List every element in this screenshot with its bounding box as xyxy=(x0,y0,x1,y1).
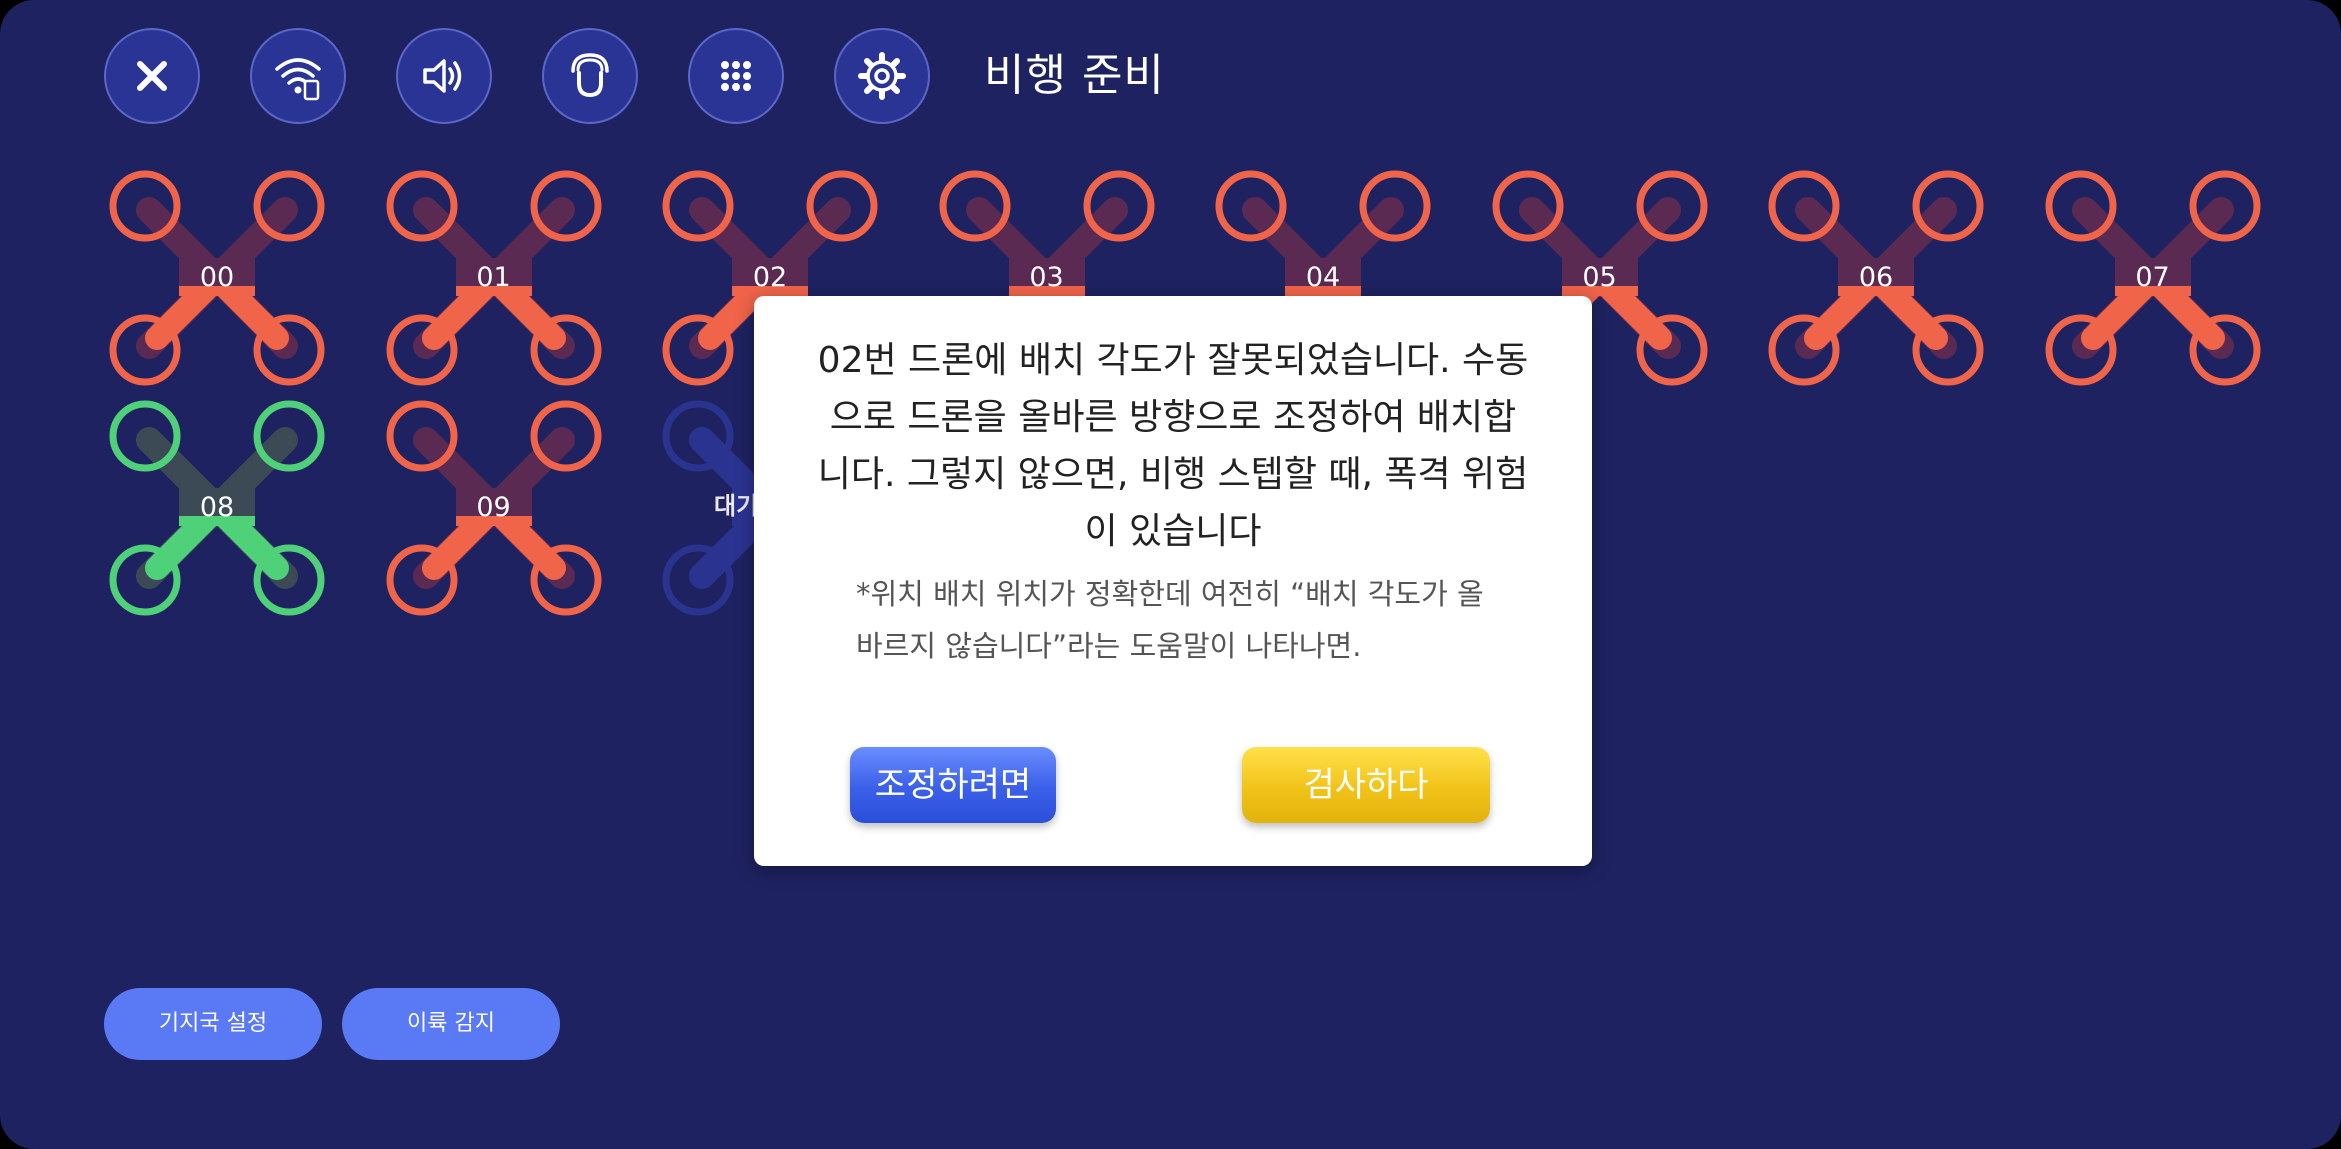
app-screen: 비행 준비 00 01 02 03 04 05 06 07 08 09 대기 기지국 설정 이륙 … xyxy=(0,0,2341,1149)
drone-number: 03 xyxy=(1029,262,1064,293)
speaker-icon xyxy=(423,59,462,93)
drone-number: 09 xyxy=(476,492,511,523)
waiting-label: 대기 xyxy=(714,492,759,520)
wifi-button[interactable] xyxy=(250,28,346,124)
drone-number: 00 xyxy=(199,262,235,293)
drone-09[interactable]: 09 xyxy=(384,398,604,618)
drone-07[interactable]: 07 xyxy=(2043,168,2263,388)
drone-number: 01 xyxy=(476,262,511,293)
grid-icon xyxy=(721,61,751,91)
drone-number: 02 xyxy=(752,262,788,293)
drone-00[interactable]: 00 xyxy=(107,168,327,388)
dialog-note: *위치 배치 위치가 정확한데 여전히 “배치 각도가 올바르지 않습니다”라는… xyxy=(856,577,1484,663)
page-title: 비행 준비 xyxy=(984,50,1165,101)
check-button[interactable]: 검사하다 xyxy=(1242,747,1490,823)
drone-number: 08 xyxy=(199,492,235,523)
drone-06[interactable]: 06 xyxy=(1766,168,1986,388)
angle-warning-dialog: 02번 드론에 배치 각도가 잘못되었습니다. 수동으로 드론을 올바른 방향으… xyxy=(754,296,1592,866)
close-button[interactable] xyxy=(104,28,200,124)
drone-number: 04 xyxy=(1305,262,1341,293)
grid-button[interactable] xyxy=(688,28,784,124)
drone-number: 06 xyxy=(1858,262,1894,293)
sound-button[interactable] xyxy=(396,28,492,124)
drone-01[interactable]: 01 xyxy=(384,168,604,388)
drone-number: 07 xyxy=(2135,262,2170,293)
close-icon xyxy=(137,61,167,91)
adjust-button[interactable]: 조정하려면 xyxy=(850,747,1056,823)
drone-number: 05 xyxy=(1582,262,1617,293)
magnet-button[interactable] xyxy=(542,28,638,124)
takeoff-detection-button[interactable]: 이륙 감지 xyxy=(342,988,560,1060)
magnet-icon xyxy=(571,53,609,98)
settings-button[interactable] xyxy=(834,28,930,124)
dialog-message: 02번 드론에 배치 각도가 잘못되었습니다. 수동으로 드론을 올바른 방향으… xyxy=(817,340,1529,552)
gear-icon xyxy=(858,52,906,100)
base-station-settings-button[interactable]: 기지국 설정 xyxy=(104,988,322,1060)
drone-08[interactable]: 08 xyxy=(107,398,327,618)
wifi-device-icon xyxy=(275,58,321,101)
